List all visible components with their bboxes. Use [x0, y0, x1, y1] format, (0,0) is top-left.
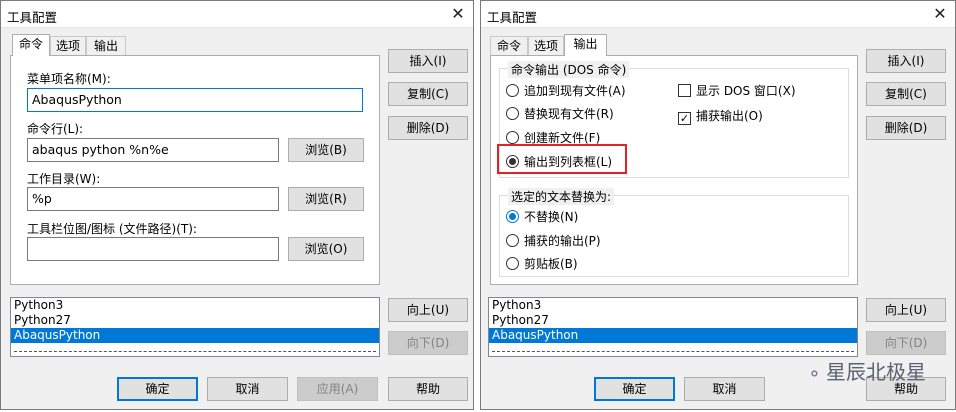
chat-bubble-icon: ⚬	[806, 364, 822, 385]
list-item-selected[interactable]: AbaqusPython	[11, 328, 379, 343]
list-item[interactable]: Python3	[489, 298, 857, 313]
replace-group-title: 选定的文本替换为:	[508, 188, 615, 205]
checkbox-label: 捕获输出(O)	[696, 109, 763, 123]
copy-button[interactable]: 复制(C)	[866, 82, 946, 106]
highlight-box	[497, 144, 627, 174]
ok-button[interactable]: 确定	[117, 377, 198, 401]
tool-config-dialog-command: 工具配置 ✕ 命令 选项 输出 菜单项名称(M): AbaqusPython 命…	[0, 0, 474, 410]
radio-label: 替换现有文件(R)	[524, 107, 614, 121]
dialog-title: 工具配置	[7, 10, 58, 25]
radio-icon	[506, 84, 519, 97]
ok-button[interactable]: 确定	[594, 377, 675, 401]
browse-dir-button[interactable]: 浏览(R)	[288, 187, 364, 211]
insert-button[interactable]: 插入(I)	[388, 49, 468, 73]
browse-command-button[interactable]: 浏览(B)	[288, 138, 364, 162]
radio-captured-output[interactable]: 捕获的输出(P)	[506, 233, 601, 249]
work-dir-label: 工作目录(W):	[27, 172, 101, 186]
command-line-input[interactable]: abaqus python %n%e	[27, 138, 279, 162]
tab-options[interactable]: 选项	[528, 36, 564, 56]
list-item[interactable]: Python27	[11, 313, 379, 328]
cancel-button[interactable]: 取消	[684, 377, 765, 401]
radio-label: 创建新文件(F)	[524, 131, 601, 145]
tab-command[interactable]: 命令	[12, 34, 50, 56]
radio-no-replace[interactable]: 不替换(N)	[506, 209, 578, 225]
move-down-button[interactable]: 向下(D)	[866, 331, 946, 355]
move-up-button[interactable]: 向上(U)	[388, 298, 468, 322]
watermark: ⚬ 星辰北极星	[807, 356, 926, 385]
radio-label: 追加到现有文件(A)	[524, 84, 626, 98]
radio-label: 剪贴板(B)	[524, 257, 578, 271]
toolbar-icon-label: 工具栏位图/图标 (文件路径)(T):	[27, 222, 197, 236]
tool-list[interactable]: Python3 Python27 AbaqusPython	[488, 297, 858, 357]
replace-group: 选定的文本替换为: 不替换(N) 捕获的输出(P) 剪贴板(B)	[499, 188, 849, 277]
radio-replace[interactable]: 替换现有文件(R)	[506, 106, 614, 122]
radio-icon	[506, 257, 519, 270]
toolbar-icon-input[interactable]	[27, 237, 279, 261]
list-item-selected[interactable]: AbaqusPython	[489, 328, 857, 343]
work-dir-input[interactable]: %p	[27, 187, 279, 211]
radio-icon	[506, 131, 519, 144]
tab-panel: 菜单项名称(M): AbaqusPython 命令行(L): abaqus py…	[10, 55, 380, 285]
tool-config-dialog-output: 工具配置 ✕ 命令 选项 输出 命令输出 (DOS 命令) 追加到现有文件(A)…	[480, 0, 956, 410]
checkbox-icon	[678, 84, 691, 97]
checkbox-label: 显示 DOS 窗口(X)	[696, 84, 796, 98]
title-bar: 工具配置 ✕	[481, 1, 955, 28]
checkmark-icon: ✓	[678, 112, 691, 125]
checkbox-show-dos[interactable]: 显示 DOS 窗口(X)	[678, 83, 796, 99]
radio-label: 捕获的输出(P)	[524, 234, 601, 248]
insert-button[interactable]: 插入(I)	[866, 49, 946, 73]
list-item[interactable]: Python27	[489, 313, 857, 328]
radio-icon	[506, 107, 519, 120]
tab-output[interactable]: 输出	[86, 36, 126, 56]
title-bar: 工具配置 ✕	[1, 1, 473, 28]
list-separator	[492, 351, 854, 352]
list-separator	[14, 351, 376, 352]
list-item[interactable]: Python3	[11, 298, 379, 313]
radio-icon	[506, 234, 519, 247]
copy-button[interactable]: 复制(C)	[388, 82, 468, 106]
radio-label: 不替换(N)	[524, 210, 579, 224]
tab-options[interactable]: 选项	[50, 36, 86, 56]
apply-button[interactable]: 应用(A)	[297, 377, 378, 401]
checkbox-capture[interactable]: ✓ 捕获输出(O)	[678, 108, 763, 125]
delete-button[interactable]: 删除(D)	[866, 116, 946, 140]
menu-name-label: 菜单项名称(M):	[27, 72, 111, 86]
delete-button[interactable]: 删除(D)	[388, 116, 468, 140]
tab-panel: 命令输出 (DOS 命令) 追加到现有文件(A) 替换现有文件(R) 创建新文件…	[490, 55, 858, 285]
menu-name-input[interactable]: AbaqusPython	[27, 88, 363, 112]
close-icon[interactable]: ✕	[929, 3, 951, 25]
tab-command[interactable]: 命令	[490, 36, 528, 56]
radio-clipboard[interactable]: 剪贴板(B)	[506, 256, 578, 272]
help-button[interactable]: 帮助	[388, 377, 468, 401]
cancel-button[interactable]: 取消	[207, 377, 288, 401]
browse-icon-button[interactable]: 浏览(O)	[288, 237, 364, 261]
close-icon[interactable]: ✕	[447, 3, 469, 25]
radio-append[interactable]: 追加到现有文件(A)	[506, 83, 626, 99]
tab-output[interactable]: 输出	[564, 34, 607, 56]
dialog-title: 工具配置	[487, 10, 538, 25]
tool-list[interactable]: Python3 Python27 AbaqusPython	[10, 297, 380, 357]
watermark-text: 星辰北极星	[826, 360, 926, 384]
command-line-label: 命令行(L):	[27, 122, 84, 136]
move-down-button[interactable]: 向下(D)	[388, 331, 468, 355]
move-up-button[interactable]: 向上(U)	[866, 298, 946, 322]
output-group-title: 命令输出 (DOS 命令)	[508, 61, 630, 78]
radio-icon	[506, 210, 519, 223]
